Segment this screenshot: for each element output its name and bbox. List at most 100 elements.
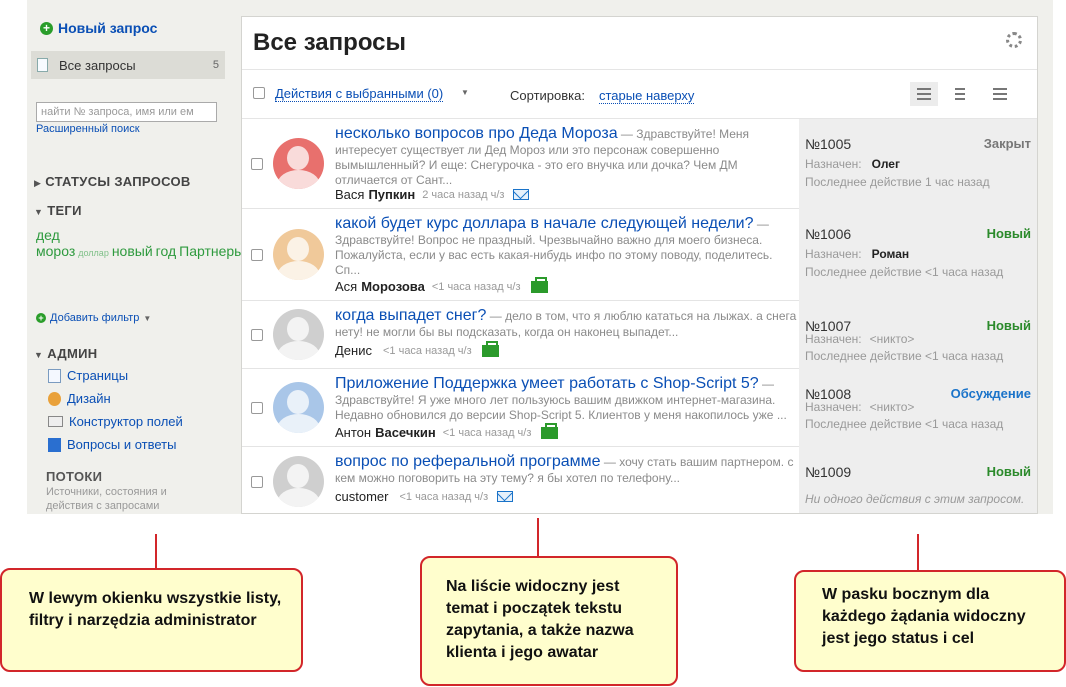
row-checkbox[interactable] (251, 476, 263, 488)
status-badge: Закрыт (983, 136, 1031, 151)
assignee-name: <никто> (869, 332, 915, 346)
row-checkbox[interactable] (251, 402, 263, 414)
avatar (273, 382, 324, 433)
admin-item-pages[interactable]: Страницы (48, 368, 128, 383)
request-number: №1006 (805, 226, 852, 242)
request-preview[interactable]: несколько вопросов про Деда Мороза — Здр… (335, 124, 798, 188)
view-detailed-button[interactable] (910, 82, 938, 106)
admin-item-fields[interactable]: Конструктор полей (48, 414, 183, 429)
request-preview[interactable]: какой будет курс доллара в начале следую… (335, 214, 798, 278)
admin-title: АДМИН (47, 346, 98, 361)
avatar (273, 309, 324, 360)
tags-section-toggle[interactable]: ▼ ТЕГИ (34, 203, 82, 218)
request-preview[interactable]: когда выпадет снег? — дело в том, что я … (335, 306, 798, 340)
author-first-name: Денис (335, 343, 372, 358)
request-number: №1005 (805, 136, 852, 152)
caret-down-icon[interactable]: ▼ (461, 88, 469, 97)
tag-link[interactable]: год (156, 243, 176, 259)
callout-side-panel: W pasku bocznym dla każdego żądania wido… (794, 570, 1066, 672)
request-time: <1 часа назад ч/з (382, 344, 472, 357)
request-author: Вася Пупкин 2 часа назад ч/з (335, 187, 530, 202)
request-author: Ася Морозова <1 часа назад ч/з (335, 276, 548, 294)
request-subject[interactable]: когда выпадет снег? (335, 307, 486, 324)
separator: — (617, 127, 637, 141)
admin-item-faq[interactable]: Вопросы и ответы (48, 437, 176, 452)
status-badge: Обсуждение (950, 386, 1031, 401)
assignee-line: Назначен: <никто> (805, 400, 914, 414)
flows-title[interactable]: ПОТОКИ (46, 469, 102, 484)
request-side-info: №1007 Новый Назначен: <никто> Последнее дейс… (799, 301, 1037, 369)
request-subject[interactable]: Приложение Поддержка умеет работать с Sh… (335, 375, 759, 392)
bulk-actions-dropdown[interactable]: Действия с выбранными (0) (275, 86, 444, 102)
tag-link[interactable]: Партнеры (179, 243, 244, 259)
request-preview[interactable]: вопрос по реферальной программе — хочу с… (335, 452, 798, 486)
status-badge: Новый (986, 226, 1031, 241)
admin-item-design[interactable]: Дизайн (48, 391, 111, 406)
tag-link[interactable]: новый (112, 243, 153, 259)
select-all-checkbox[interactable] (253, 87, 265, 99)
admin-item-label: Вопросы и ответы (67, 437, 177, 452)
request-time: <1 часа назад ч/з (399, 490, 489, 503)
view-split-button[interactable] (946, 82, 974, 106)
request-side-info: №1009 Новый Ни одного действия с этим запр… (799, 447, 1037, 513)
request-subject[interactable]: вопрос по реферальной программе (335, 453, 601, 470)
request-row[interactable]: несколько вопросов про Деда Мороза — Здр… (242, 119, 1037, 209)
status-badge: Новый (986, 318, 1031, 333)
request-subject[interactable]: несколько вопросов про Деда Мороза (335, 125, 618, 142)
sidebar-item-all-requests[interactable]: Все запросы 5 (31, 51, 225, 79)
gear-icon[interactable] (1006, 32, 1022, 48)
faq-icon (48, 437, 61, 452)
separator: — (753, 217, 769, 231)
request-preview[interactable]: Приложение Поддержка умеет работать с Sh… (335, 374, 798, 423)
separator: — (486, 309, 506, 323)
request-row[interactable]: какой будет курс доллара в начале следую… (242, 209, 1037, 301)
tag-link[interactable]: доллар (78, 248, 109, 258)
search-input[interactable]: найти № запроса, имя или ем (36, 102, 217, 122)
assignee-line: Назначен: Роман (805, 247, 909, 261)
request-author: Антон Васечкин <1 часа назад ч/з (335, 422, 559, 440)
request-row[interactable]: когда выпадет снег? — дело в том, что я … (242, 301, 1037, 369)
row-checkbox[interactable] (251, 158, 263, 170)
assigned-label: Назначен: (805, 247, 862, 261)
plus-icon: + (36, 313, 46, 323)
request-side-info: №1006 Новый Назначен: Роман Последнее действ… (799, 209, 1037, 301)
row-checkbox[interactable] (251, 329, 263, 341)
statuses-section-toggle[interactable]: ▶ СТАТУСЫ ЗАПРОСОВ (34, 174, 191, 189)
admin-section-toggle[interactable]: ▼ АДМИН (34, 346, 97, 361)
separator: — (758, 377, 774, 391)
request-time: <1 часа назад ч/з (442, 426, 532, 439)
request-row[interactable]: Приложение Поддержка умеет работать с Sh… (242, 369, 1037, 447)
last-action: Последнее действие 1 час назад (805, 175, 990, 189)
request-row[interactable]: вопрос по реферальной программе — хочу с… (242, 447, 1037, 513)
shop-icon (481, 340, 499, 357)
request-subject[interactable]: какой будет курс доллара в начале следую… (335, 215, 754, 232)
status-badge: Новый (986, 464, 1031, 479)
flows-description: Источники, состояния и действия с запрос… (46, 486, 167, 512)
author-last-name: Васечкин (375, 425, 436, 440)
view-compact-button[interactable] (986, 82, 1014, 106)
admin-item-label: Страницы (67, 368, 129, 383)
author-first-name: Антон (335, 425, 372, 440)
request-snippet: Здравствуйте! Я уже много лет пользуюсь … (335, 393, 787, 422)
request-time: 2 часа назад ч/з (422, 188, 505, 201)
callout-pointer (155, 534, 157, 568)
new-request-label: Новый запрос (58, 20, 158, 36)
request-snippet: Здравствуйте! Вопрос не праздный. Чрезвы… (335, 233, 773, 277)
request-number: №1009 (805, 464, 852, 480)
statuses-title: СТАТУСЫ ЗАПРОСОВ (45, 174, 191, 189)
advanced-search-link[interactable]: Расширенный поиск (36, 123, 140, 135)
sidebar: + Новый запрос Все запросы 5 найти № зап… (27, 0, 373, 514)
email-icon (513, 189, 530, 200)
list-compact-icon (993, 88, 1007, 100)
add-filter-button[interactable]: + Добавить фильтр ▼ (36, 312, 151, 324)
list-split-icon (955, 88, 965, 100)
request-author: Денис <1 часа назад ч/з (335, 340, 499, 358)
sort-order-link[interactable]: старые наверху (599, 88, 695, 104)
new-request-button[interactable]: + Новый запрос (40, 20, 157, 36)
tag-link[interactable]: дед мороз (36, 227, 75, 259)
row-checkbox[interactable] (251, 249, 263, 261)
all-requests-count: 5 (212, 59, 219, 71)
avatar (273, 456, 324, 507)
assigned-label: Назначен: (805, 400, 862, 414)
assigned-label: Назначен: (805, 332, 862, 346)
